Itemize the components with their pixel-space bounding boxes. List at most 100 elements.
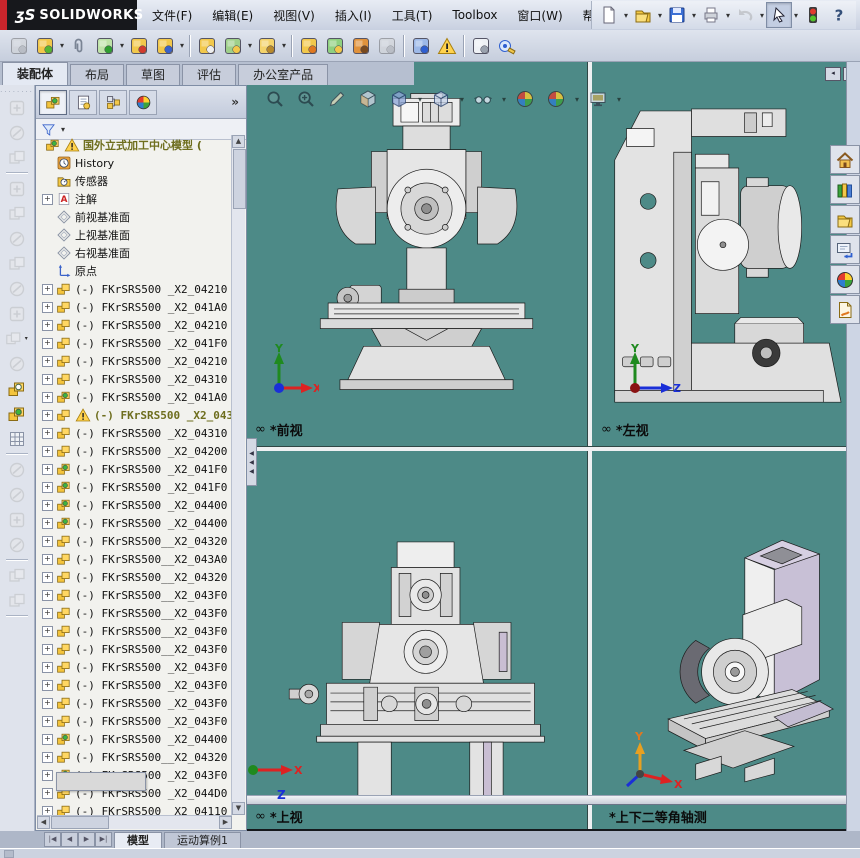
zoom-to-area-icon[interactable] (292, 86, 320, 112)
clamp-icon[interactable] (4, 276, 30, 301)
dropdown-caret-icon[interactable]: ▾ (573, 95, 581, 104)
document-preview-icon[interactable] (468, 33, 494, 59)
change-transparency-icon[interactable] (4, 120, 30, 145)
tree-component-item[interactable]: + (-) FKrSRS500 _X2_04400 (40, 514, 232, 532)
tree-component-item[interactable]: + (-) FKrSRS500 _X2_04210 (40, 352, 232, 370)
expand-toggle-icon[interactable]: + (42, 643, 53, 655)
scroll-left-icon[interactable]: ◀ (37, 816, 50, 829)
scroll-right-icon[interactable]: ▶ (219, 816, 232, 829)
performance-traffic-light-icon[interactable] (800, 2, 826, 28)
expand-toggle-icon[interactable]: + (42, 787, 53, 799)
display-style-icon[interactable] (427, 86, 455, 112)
tree-horizontal-scrollbar[interactable]: ◀ ▶ (37, 815, 232, 829)
tree-component-item[interactable]: + (-) FKrSRS500__X2_04320 (40, 532, 232, 550)
displaymanager-tab-icon[interactable] (129, 89, 157, 115)
select-cursor-icon[interactable] (766, 2, 792, 28)
expand-toggle-icon[interactable]: + (42, 535, 53, 547)
tree-component-item[interactable]: + (-) FKrSRS500__X2_04320 (40, 568, 232, 586)
dropdown-caret-icon[interactable]: ▾ (58, 41, 66, 50)
expand-toggle-icon[interactable]: + (42, 409, 53, 421)
hide-components-icon[interactable] (4, 95, 30, 120)
expand-toggle-icon[interactable]: + (42, 607, 53, 619)
expand-toggle-icon[interactable]: + (42, 661, 53, 673)
pattern-grid-icon[interactable] (4, 426, 30, 451)
expand-toggle-icon[interactable]: + (42, 463, 53, 475)
expand-toggle-icon[interactable]: + (42, 391, 53, 403)
tree-component-item[interactable]: + (-) FKrSRS500 _X2_041F0 (40, 460, 232, 478)
tree-component-item[interactable]: + (-) FKrSRS500 _X2_04400 (40, 730, 232, 748)
dropdown-caret-icon[interactable]: ▾ (178, 41, 186, 50)
expand-toggle-icon[interactable]: + (42, 733, 53, 745)
menu-item-6[interactable]: 窗口(W) (507, 3, 572, 28)
tree-component-item[interactable]: + (-) FKrSRS500 _X2_04110 (40, 802, 232, 815)
view-orientation-icon[interactable] (385, 86, 413, 112)
edit-component-icon[interactable] (6, 33, 32, 59)
tree-component-item[interactable]: + (-) FKrSRS500 _X2_04310 (40, 424, 232, 442)
graphics-area[interactable]: Y X Y Z X Y X ▾ ▾ ▾ ▾ ▾ ∞ *前视 ∞ *左视 Z ∞ … (246, 62, 851, 831)
tab-草图[interactable]: 草图 (126, 64, 181, 85)
dropdown-caret-icon[interactable]: ▾ (758, 11, 766, 20)
tree-component-item[interactable]: + (-) FKrSRS500 _X2_041A0 (40, 388, 232, 406)
open-icon[interactable] (630, 2, 656, 28)
expand-toggle-icon[interactable]: + (42, 769, 53, 781)
dropdown-caret-icon[interactable]: ▾ (724, 11, 732, 20)
dropdown-caret-icon[interactable]: ▾ (656, 11, 664, 20)
measure-icon[interactable] (494, 33, 520, 59)
menu-item-1[interactable]: 编辑(E) (202, 3, 263, 28)
tree-component-item[interactable]: + (-) FKrSRS500__X2_043F0 (40, 640, 232, 658)
file-explorer-icon[interactable] (830, 205, 860, 234)
panel-collapse-handle[interactable]: ◀ ◀ ◀ (246, 438, 257, 486)
expand-toggle-icon[interactable]: + (42, 751, 53, 763)
scroll-down-icon[interactable]: ▼ (232, 802, 245, 815)
expand-toggle-icon[interactable]: + (42, 283, 53, 295)
expand-toggle-icon[interactable]: + (42, 301, 53, 313)
appearances-icon[interactable] (830, 295, 860, 324)
tree-component-item[interactable]: + (-) FKrSRS500__X2_043F0 (40, 622, 232, 640)
tree-root-item[interactable]: 国外立式加工中心模型 ( (40, 136, 232, 154)
expand-toggle-icon[interactable]: + (42, 697, 53, 709)
expand-toggle-icon[interactable]: + (42, 679, 53, 691)
expand-toggle-icon[interactable]: + (42, 319, 53, 331)
expand-toggle-icon[interactable]: + (42, 805, 53, 815)
tree-component-item[interactable]: + (-) FKrSRS500__X2_043A0 (40, 550, 232, 568)
tree-component-item[interactable]: + (-) FKrSRS500 _X2_043F0 (40, 676, 232, 694)
zoom-to-fit-icon[interactable] (261, 86, 289, 112)
exploded-view-icon[interactable] (322, 33, 348, 59)
expand-toggle-icon[interactable]: + (42, 589, 53, 601)
show-hidden-components-icon[interactable] (194, 33, 220, 59)
section-view-icon[interactable] (354, 86, 382, 112)
sheet-nav-button-1[interactable]: ◀ (61, 832, 78, 847)
move-component-icon[interactable] (152, 33, 178, 59)
expand-toggle-icon[interactable]: + (42, 625, 53, 637)
mate-icon[interactable] (66, 33, 92, 59)
tab-办公室产品[interactable]: 办公室产品 (238, 64, 329, 85)
tree-component-item[interactable]: + (-) FKrSRS500 _X2_043F0 (40, 694, 232, 712)
move-component-icon[interactable] (4, 176, 30, 201)
tree-component-item[interactable]: + (-) FKrSRS500 _X2_043 (40, 406, 232, 424)
tab-布局[interactable]: 布局 (70, 64, 125, 85)
isolate-component-icon[interactable] (4, 145, 30, 170)
tree-item[interactable]: History (40, 154, 232, 172)
tree-component-item[interactable]: + (-) FKrSRS500__X2_043F0 (40, 586, 232, 604)
viewport-splitter-band[interactable] (247, 795, 846, 805)
viewport-horizontal-divider[interactable] (247, 446, 846, 451)
tree-component-item[interactable]: + (-) FKrSRS500 _X2_04310 (40, 370, 232, 388)
tree-item[interactable]: + A 注解 (40, 190, 232, 208)
sheet-nav-button-2[interactable]: ▶ (78, 832, 95, 847)
expand-toggle-icon[interactable]: + (42, 193, 53, 205)
menu-item-4[interactable]: 工具(T) (382, 3, 443, 28)
expand-toggle-icon[interactable]: + (42, 445, 53, 457)
tab-运动算例1[interactable]: 运动算例1 (164, 831, 241, 848)
expand-toggle-icon[interactable]: + (42, 337, 53, 349)
menu-item-2[interactable]: 视图(V) (263, 3, 325, 28)
surface-leaf-icon[interactable] (4, 563, 30, 588)
fix-component-icon[interactable] (4, 351, 30, 376)
dropdown-caret-icon[interactable]: ▾ (500, 95, 508, 104)
scroll-up-icon[interactable]: ▲ (232, 135, 245, 148)
tree-component-item[interactable]: + (-) FKrSRS500 _X2_041F0 (40, 334, 232, 352)
material-sphere-icon[interactable] (4, 532, 30, 557)
tab-评估[interactable]: 评估 (182, 64, 237, 85)
tree-item[interactable]: 传感器 (40, 172, 232, 190)
tree-vertical-scrollbar[interactable]: ▲ ▼ (231, 135, 246, 815)
edit-appearance-icon[interactable] (511, 86, 539, 112)
